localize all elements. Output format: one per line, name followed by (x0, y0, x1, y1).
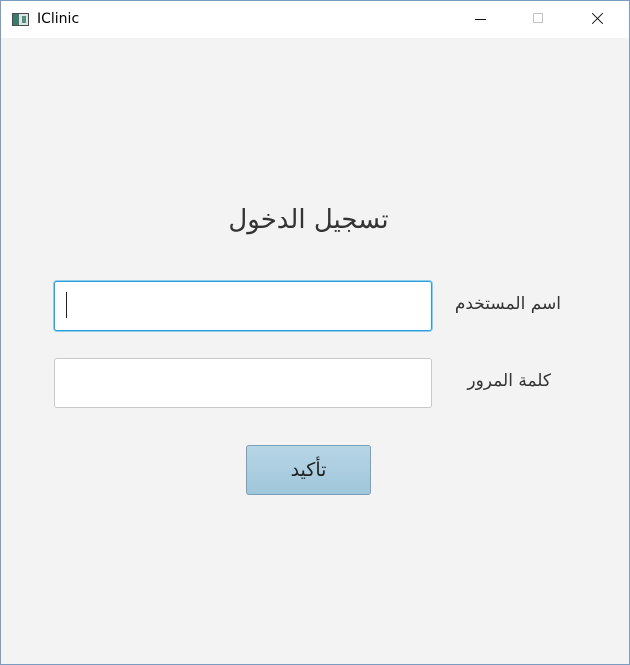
password-field[interactable] (54, 358, 432, 408)
login-panel: تسجيل الدخول اسم المستخدم كلمة المرور تأ… (1, 38, 629, 664)
app-window: IClinic تسجيل الدخول اسم المستخدم كلمة ا… (0, 0, 630, 665)
login-heading: تسجيل الدخول (228, 205, 389, 235)
window-title: IClinic (37, 11, 80, 27)
title-bar[interactable]: IClinic (1, 1, 629, 38)
password-label: كلمة المرور (467, 371, 551, 391)
minimize-icon[interactable] (452, 1, 510, 38)
close-icon[interactable] (568, 1, 626, 38)
text-caret (66, 292, 67, 318)
username-field[interactable] (54, 281, 432, 331)
maximize-icon[interactable] (510, 1, 568, 38)
confirm-button[interactable]: تأكيد (246, 445, 371, 495)
username-label: اسم المستخدم (454, 294, 561, 314)
app-window-icon (12, 13, 29, 26)
